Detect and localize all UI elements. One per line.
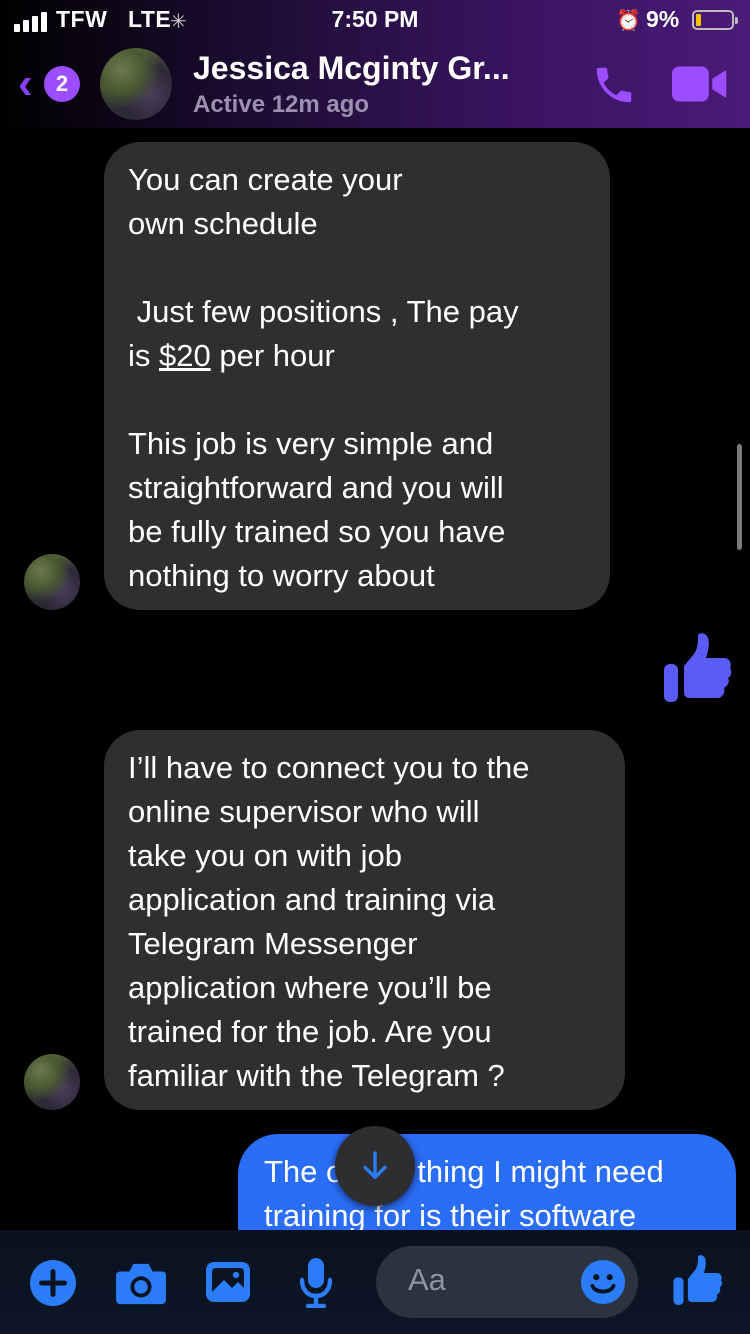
incoming-message-bubble[interactable]: You can create your own schedule Just fe… — [104, 142, 610, 610]
alarm-icon: ⏰ — [616, 10, 641, 32]
message-text: The o — [264, 1154, 344, 1189]
status-bar: TFW LTE ✳ 7:50 PM ⏰ 9% — [0, 0, 750, 42]
message-text: per hour This job is very simple and str… — [128, 338, 506, 593]
incoming-message-bubble[interactable]: I’ll have to connect you to the online s… — [104, 730, 625, 1110]
message-amount-link[interactable]: $20 — [159, 338, 211, 373]
back-button[interactable]: ‹ 2 — [18, 62, 80, 106]
message-input[interactable]: Aa — [376, 1246, 638, 1318]
video-camera-icon[interactable] — [672, 66, 728, 102]
thumbs-up-icon[interactable] — [672, 1254, 724, 1308]
contact-avatar[interactable] — [100, 48, 172, 120]
scroll-to-bottom-button[interactable] — [335, 1126, 415, 1206]
conversation-header: TFW LTE ✳ 7:50 PM ⏰ 9% ‹ 2 Jessica Mcgin… — [0, 0, 750, 128]
sender-avatar[interactable] — [24, 1054, 80, 1110]
outgoing-message-bubble[interactable]: The o thing I might need training for is … — [238, 1134, 736, 1244]
battery-icon — [692, 10, 738, 30]
gallery-icon[interactable] — [204, 1260, 252, 1304]
battery-percent: 9% — [646, 6, 680, 32]
message-composer: Aa — [0, 1230, 750, 1334]
thumbs-up-icon[interactable] — [662, 632, 734, 706]
message-text: thing I might need — [417, 1154, 664, 1189]
scrollbar[interactable] — [737, 444, 742, 550]
sender-avatar[interactable] — [24, 554, 80, 610]
back-chevron-icon: ‹ — [18, 59, 33, 108]
active-status: Active 12m ago — [193, 91, 370, 118]
plus-icon[interactable] — [30, 1260, 76, 1306]
phone-icon[interactable] — [590, 62, 638, 108]
contact-name[interactable]: Jessica Mcginty Gr... — [193, 50, 510, 87]
emoji-icon[interactable] — [580, 1259, 626, 1305]
camera-icon[interactable] — [114, 1260, 168, 1306]
message-text: I’ll have to connect you to the online s… — [128, 750, 530, 1093]
message-input-placeholder: Aa — [408, 1262, 446, 1297]
arrow-down-icon — [363, 1151, 387, 1180]
microphone-icon[interactable] — [298, 1256, 334, 1308]
unread-badge: 2 — [44, 66, 80, 102]
